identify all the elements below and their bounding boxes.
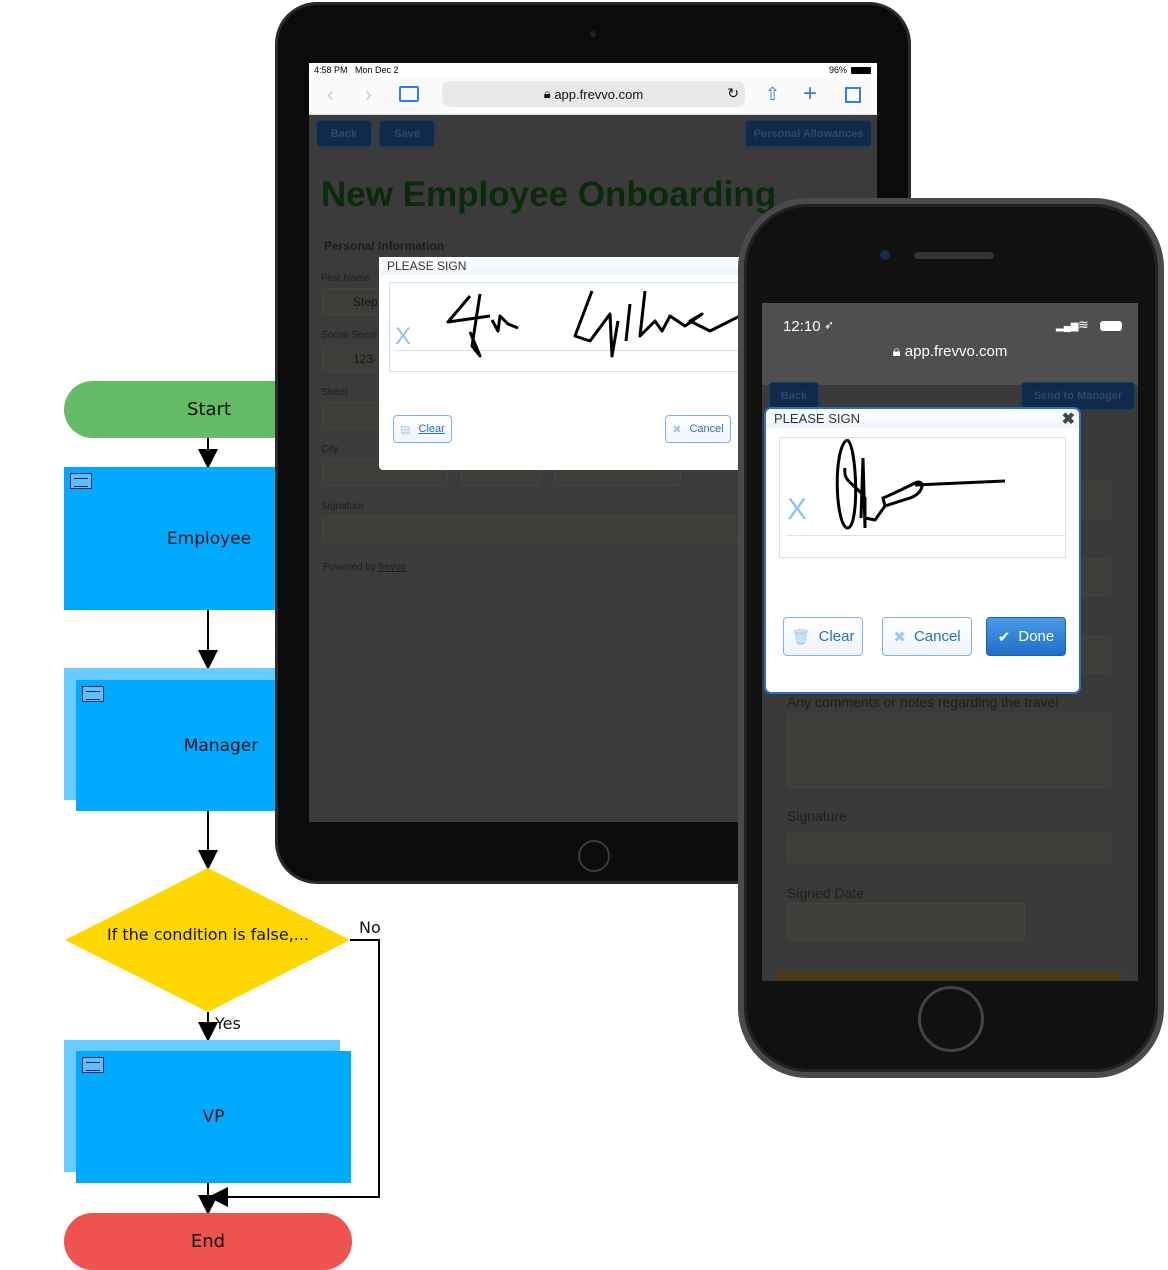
first-name-value: Step	[353, 295, 378, 309]
cancel-label: Cancel	[689, 423, 724, 435]
status-date: Mon Dec 2	[355, 65, 399, 75]
employee-label: Employee	[166, 528, 252, 549]
status-time: 4:58 PM	[314, 65, 348, 75]
clear-label: Clear	[818, 628, 855, 645]
status-battery: 96%	[828, 65, 847, 75]
location-icon: ➶	[824, 318, 835, 332]
done-button[interactable]: ✔ Done	[986, 617, 1066, 656]
phone-screen: 12:10 ➶ ▂▄▆ ≋ 🔒︎ app.frevvo.com Back Sen…	[762, 303, 1138, 981]
phone-address-bar[interactable]: 🔒︎ app.frevvo.com	[762, 343, 1138, 360]
address-bar[interactable]: 🔒︎ app.frevvo.com ↻	[442, 81, 745, 107]
wifi-icon: ≋	[1078, 317, 1089, 332]
phone-status-bar: 12:10 ➶ ▂▄▆ ≋ 🔒︎ app.frevvo.com	[762, 303, 1138, 385]
manager-label: Manager	[183, 735, 259, 756]
signal-icon: ▂▄▆	[1056, 321, 1079, 332]
ssn-value: 123-	[353, 352, 378, 366]
cancel-button[interactable]: ✖ Cancel	[665, 415, 731, 443]
personal-allowances-button[interactable]: Personal Allowances	[745, 120, 872, 147]
close-x-icon: ✖	[893, 628, 906, 646]
bookmarks-icon[interactable]	[399, 86, 419, 102]
back-button[interactable]: Back	[316, 120, 372, 147]
trash-icon: ▤	[400, 423, 411, 436]
section-heading: Personal Information	[324, 239, 445, 253]
powered-by: Powered by frevvo	[323, 562, 406, 573]
vp-node[interactable]: VP	[76, 1051, 351, 1183]
phone-signature-label: Signature	[787, 808, 847, 824]
close-icon: ✖	[672, 423, 682, 436]
send-to-manager-button[interactable]: Send to Manager	[1021, 382, 1135, 410]
end-label: End	[190, 1231, 226, 1252]
tablet-camera	[590, 31, 596, 37]
close-icon[interactable]: ✖	[1062, 409, 1075, 429]
ssn-label: Social Secur	[321, 330, 378, 341]
url-text: app.frevvo.com	[554, 86, 644, 102]
no-label: No	[359, 918, 381, 937]
phone-speaker	[914, 252, 994, 259]
lock-icon: 🔒︎	[892, 343, 905, 360]
comments-textarea[interactable]	[787, 713, 1111, 788]
dialog-title: PLEASE SIGN	[766, 409, 1079, 428]
form-title: New Employee Onboarding	[321, 175, 777, 214]
signature-label: Signature	[321, 501, 364, 512]
phone-status-time: 12:10	[783, 318, 821, 335]
clear-button[interactable]: 🗑︎ Clear	[783, 617, 863, 656]
reload-icon[interactable]: ↻	[727, 85, 739, 102]
safari-toolbar: ‹ › 🔒︎ app.frevvo.com ↻ ⇧ +	[309, 78, 877, 115]
phone-camera	[880, 250, 890, 260]
tablet-sign-dialog: PLEASE SIGN X ▤ Clear ✖ Cancel	[379, 257, 749, 470]
form-icon	[70, 473, 92, 489]
form-icon	[82, 686, 104, 702]
done-label: Done	[1018, 628, 1055, 645]
trash-icon: 🗑︎	[791, 628, 811, 646]
signed-date-input[interactable]	[787, 903, 1025, 941]
street-label: Street	[321, 387, 348, 398]
powered-by-text: Powered by	[323, 562, 376, 573]
phone-signature-field[interactable]	[787, 833, 1111, 863]
sign-x-mark: X	[395, 323, 412, 350]
check-icon: ✔	[997, 628, 1011, 646]
tablet-status-bar: 4:58 PM Mon Dec 2 96%	[309, 63, 877, 78]
phone-url-text: app.frevvo.com	[904, 343, 1008, 360]
signature-pad[interactable]: X	[779, 437, 1066, 558]
comments-label: Any comments or notes regarding the trav…	[787, 694, 1059, 710]
new-tab-icon[interactable]: +	[803, 80, 817, 108]
phone-back-button[interactable]: Back	[769, 382, 819, 410]
frevvo-link[interactable]: frevvo	[379, 562, 406, 573]
signature-drawing	[446, 290, 740, 358]
clear-button[interactable]: ▤ Clear	[393, 415, 452, 443]
battery-icon	[851, 67, 871, 74]
clear-label: Clear	[418, 423, 445, 435]
yes-label: Yes	[215, 1014, 241, 1033]
dialog-title: PLEASE SIGN	[379, 257, 749, 275]
signature-pad[interactable]: X	[389, 282, 749, 372]
city-label: City	[321, 444, 339, 455]
vp-label: VP	[202, 1107, 225, 1127]
cancel-button[interactable]: ✖ Cancel	[882, 617, 972, 656]
tablet-home-button[interactable]	[578, 840, 610, 872]
first-name-label: First Name	[321, 273, 370, 284]
sign-x-mark: X	[787, 493, 808, 526]
signed-date-label: Signed Date	[787, 885, 865, 901]
form-icon	[82, 1057, 104, 1073]
save-button[interactable]: Save	[379, 120, 435, 147]
end-node[interactable]: End	[64, 1213, 352, 1270]
phone-sign-dialog: PLEASE SIGN ✖ X 🗑︎ Clear ✖ Cancel ✔ Done	[764, 407, 1081, 694]
tabs-icon[interactable]	[845, 87, 861, 103]
back-chevron-icon[interactable]: ‹	[327, 84, 334, 107]
signature-drawing	[835, 438, 1006, 530]
lock-icon: 🔒︎	[543, 86, 555, 101]
share-icon[interactable]: ⇧	[765, 84, 780, 105]
cancel-label: Cancel	[913, 628, 961, 645]
battery-icon	[1100, 321, 1122, 331]
forward-chevron-icon[interactable]: ›	[365, 84, 372, 107]
phone-home-button[interactable]	[918, 986, 984, 1052]
decision-label: If the condition is false,...	[106, 925, 310, 944]
submit-bar[interactable]	[778, 971, 1122, 981]
